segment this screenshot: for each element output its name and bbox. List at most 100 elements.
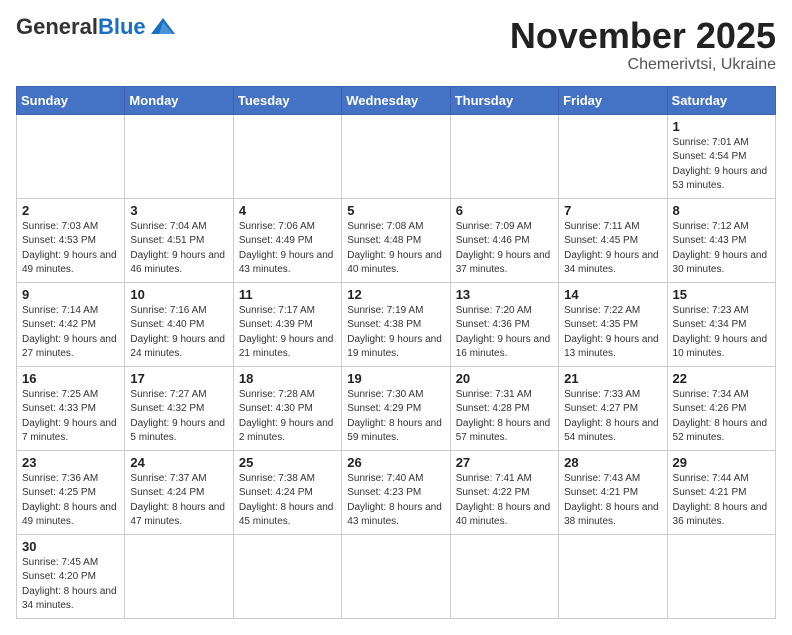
month-title: November 2025: [510, 16, 776, 56]
day-number: 11: [239, 287, 336, 302]
calendar-cell: 16 Sunrise: 7:25 AM Sunset: 4:33 PM Dayli…: [17, 366, 125, 450]
day-number: 23: [22, 455, 119, 470]
week-row-4: 23 Sunrise: 7:36 AM Sunset: 4:25 PM Dayli…: [17, 450, 776, 534]
location-title: Chemerivtsi, Ukraine: [510, 56, 776, 74]
calendar-cell: 30 Sunrise: 7:45 AM Sunset: 4:20 PM Dayli…: [17, 534, 125, 618]
day-info: Sunrise: 7:06 AM Sunset: 4:49 PM Dayligh…: [239, 220, 336, 278]
day-info: Sunrise: 7:25 AM Sunset: 4:33 PM Dayligh…: [22, 388, 119, 446]
calendar-cell: 6Sunrise: 7:09 AM Sunset: 4:46 PM Daylig…: [450, 198, 558, 282]
day-number: 5: [347, 203, 444, 218]
day-number: 27: [456, 455, 553, 470]
day-info: Sunrise: 7:19 AM Sunset: 4:38 PM Dayligh…: [347, 304, 444, 362]
day-number: 19: [347, 371, 444, 386]
calendar-cell: [559, 534, 667, 618]
weekday-header-wednesday: Wednesday: [342, 86, 450, 114]
day-number: 1: [673, 119, 770, 134]
day-info: Sunrise: 7:16 AM Sunset: 4:40 PM Dayligh…: [130, 304, 227, 362]
title-area: November 2025 Chemerivtsi, Ukraine: [510, 16, 776, 74]
day-number: 8: [673, 203, 770, 218]
day-info: Sunrise: 7:17 AM Sunset: 4:39 PM Dayligh…: [239, 304, 336, 362]
week-row-5: 30 Sunrise: 7:45 AM Sunset: 4:20 PM Dayli…: [17, 534, 776, 618]
day-info: Sunrise: 7:30 AM Sunset: 4:29 PM Dayligh…: [347, 388, 444, 446]
weekday-header-sunday: Sunday: [17, 86, 125, 114]
day-info: Sunrise: 7:41 AM Sunset: 4:22 PM Dayligh…: [456, 472, 553, 530]
calendar-cell: 13 Sunrise: 7:20 AM Sunset: 4:36 PM Dayli…: [450, 282, 558, 366]
day-number: 7: [564, 203, 661, 218]
calendar-cell: 25 Sunrise: 7:38 AM Sunset: 4:24 PM Dayli…: [233, 450, 341, 534]
calendar-cell: 10 Sunrise: 7:16 AM Sunset: 4:40 PM Dayli…: [125, 282, 233, 366]
day-info: Sunrise: 7:03 AM Sunset: 4:53 PM Dayligh…: [22, 220, 119, 278]
calendar-cell: 8 Sunrise: 7:12 AM Sunset: 4:43 PM Daylig…: [667, 198, 775, 282]
logo-general-text: General: [16, 16, 98, 38]
day-number: 24: [130, 455, 227, 470]
calendar-cell: [450, 534, 558, 618]
calendar-cell: [559, 114, 667, 198]
day-number: 14: [564, 287, 661, 302]
calendar-cell: 27 Sunrise: 7:41 AM Sunset: 4:22 PM Dayli…: [450, 450, 558, 534]
day-info: Sunrise: 7:20 AM Sunset: 4:36 PM Dayligh…: [456, 304, 553, 362]
day-info: Sunrise: 7:36 AM Sunset: 4:25 PM Dayligh…: [22, 472, 119, 530]
day-info: Sunrise: 7:04 AM Sunset: 4:51 PM Dayligh…: [130, 220, 227, 278]
day-info: Sunrise: 7:34 AM Sunset: 4:26 PM Dayligh…: [673, 388, 770, 446]
day-number: 18: [239, 371, 336, 386]
header: GeneralBlue November 2025 Chemerivtsi, U…: [16, 16, 776, 74]
calendar-cell: 23 Sunrise: 7:36 AM Sunset: 4:25 PM Dayli…: [17, 450, 125, 534]
weekday-header-monday: Monday: [125, 86, 233, 114]
weekday-header-saturday: Saturday: [667, 86, 775, 114]
day-number: 12: [347, 287, 444, 302]
calendar-cell: 5 Sunrise: 7:08 AM Sunset: 4:48 PM Daylig…: [342, 198, 450, 282]
day-info: Sunrise: 7:11 AM Sunset: 4:45 PM Dayligh…: [564, 220, 661, 278]
day-number: 25: [239, 455, 336, 470]
day-number: 13: [456, 287, 553, 302]
day-info: Sunrise: 7:14 AM Sunset: 4:42 PM Dayligh…: [22, 304, 119, 362]
calendar-cell: 28 Sunrise: 7:43 AM Sunset: 4:21 PM Dayli…: [559, 450, 667, 534]
day-info: Sunrise: 7:45 AM Sunset: 4:20 PM Dayligh…: [22, 556, 119, 614]
week-row-3: 16 Sunrise: 7:25 AM Sunset: 4:33 PM Dayli…: [17, 366, 776, 450]
day-info: Sunrise: 7:31 AM Sunset: 4:28 PM Dayligh…: [456, 388, 553, 446]
calendar-cell: [450, 114, 558, 198]
calendar-cell: 29Sunrise: 7:44 AM Sunset: 4:21 PM Dayli…: [667, 450, 775, 534]
calendar-cell: [125, 114, 233, 198]
day-number: 20: [456, 371, 553, 386]
week-row-2: 9 Sunrise: 7:14 AM Sunset: 4:42 PM Daylig…: [17, 282, 776, 366]
day-info: Sunrise: 7:43 AM Sunset: 4:21 PM Dayligh…: [564, 472, 661, 530]
day-info: Sunrise: 7:23 AM Sunset: 4:34 PM Dayligh…: [673, 304, 770, 362]
day-info: Sunrise: 7:12 AM Sunset: 4:43 PM Dayligh…: [673, 220, 770, 278]
day-info: Sunrise: 7:33 AM Sunset: 4:27 PM Dayligh…: [564, 388, 661, 446]
day-number: 9: [22, 287, 119, 302]
calendar-cell: 2 Sunrise: 7:03 AM Sunset: 4:53 PM Daylig…: [17, 198, 125, 282]
calendar-cell: 26Sunrise: 7:40 AM Sunset: 4:23 PM Dayli…: [342, 450, 450, 534]
week-row-1: 2 Sunrise: 7:03 AM Sunset: 4:53 PM Daylig…: [17, 198, 776, 282]
day-info: Sunrise: 7:01 AM Sunset: 4:54 PM Dayligh…: [673, 136, 770, 194]
weekday-header-tuesday: Tuesday: [233, 86, 341, 114]
day-number: 30: [22, 539, 119, 554]
day-info: Sunrise: 7:27 AM Sunset: 4:32 PM Dayligh…: [130, 388, 227, 446]
day-info: Sunrise: 7:37 AM Sunset: 4:24 PM Dayligh…: [130, 472, 227, 530]
logo-icon: [149, 16, 177, 38]
day-info: Sunrise: 7:08 AM Sunset: 4:48 PM Dayligh…: [347, 220, 444, 278]
calendar-cell: [342, 114, 450, 198]
calendar-cell: 7 Sunrise: 7:11 AM Sunset: 4:45 PM Daylig…: [559, 198, 667, 282]
day-number: 15: [673, 287, 770, 302]
day-number: 21: [564, 371, 661, 386]
calendar-cell: 4 Sunrise: 7:06 AM Sunset: 4:49 PM Daylig…: [233, 198, 341, 282]
day-number: 28: [564, 455, 661, 470]
weekday-header-row: SundayMondayTuesdayWednesdayThursdayFrid…: [17, 86, 776, 114]
weekday-header-friday: Friday: [559, 86, 667, 114]
calendar-cell: [17, 114, 125, 198]
day-info: Sunrise: 7:38 AM Sunset: 4:24 PM Dayligh…: [239, 472, 336, 530]
day-info: Sunrise: 7:22 AM Sunset: 4:35 PM Dayligh…: [564, 304, 661, 362]
day-number: 16: [22, 371, 119, 386]
day-number: 4: [239, 203, 336, 218]
calendar-cell: [125, 534, 233, 618]
day-number: 2: [22, 203, 119, 218]
calendar-table: SundayMondayTuesdayWednesdayThursdayFrid…: [16, 86, 776, 619]
calendar-cell: 14 Sunrise: 7:22 AM Sunset: 4:35 PM Dayli…: [559, 282, 667, 366]
day-number: 10: [130, 287, 227, 302]
calendar-cell: [233, 534, 341, 618]
calendar-cell: 11 Sunrise: 7:17 AM Sunset: 4:39 PM Dayli…: [233, 282, 341, 366]
calendar-cell: 1 Sunrise: 7:01 AM Sunset: 4:54 PM Daylig…: [667, 114, 775, 198]
day-info: Sunrise: 7:09 AM Sunset: 4:46 PM Dayligh…: [456, 220, 553, 278]
calendar-cell: 15 Sunrise: 7:23 AM Sunset: 4:34 PM Dayli…: [667, 282, 775, 366]
day-number: 22: [673, 371, 770, 386]
